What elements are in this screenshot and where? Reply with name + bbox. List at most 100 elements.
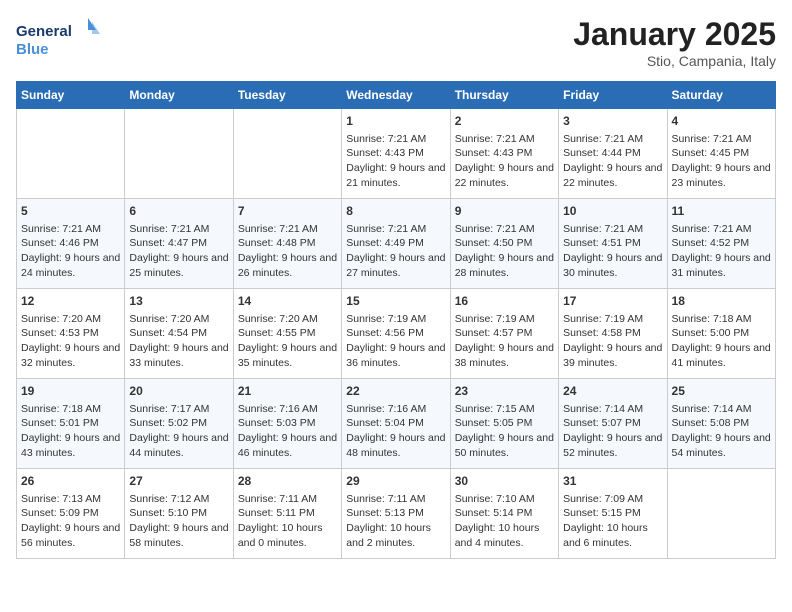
sunset-text: Sunset: 5:00 PM: [672, 326, 771, 341]
sunset-text: Sunset: 5:13 PM: [346, 506, 445, 521]
sunset-text: Sunset: 4:57 PM: [455, 326, 554, 341]
sunrise-text: Sunrise: 7:16 AM: [346, 402, 445, 417]
calendar-cell: 19 Sunrise: 7:18 AMSunset: 5:01 PMDayligh…: [17, 379, 125, 469]
day-number: 12: [21, 293, 120, 310]
header-row: SundayMondayTuesdayWednesdayThursdayFrid…: [17, 82, 776, 109]
calendar-cell: [125, 109, 233, 199]
sunrise-text: Sunrise: 7:17 AM: [129, 402, 228, 417]
sunrise-text: Sunrise: 7:21 AM: [238, 222, 337, 237]
sunset-text: Sunset: 4:51 PM: [563, 236, 662, 251]
day-number: 6: [129, 203, 228, 220]
daylight-text: Daylight: 9 hours and 38 minutes.: [455, 341, 554, 370]
day-number: 25: [672, 383, 771, 400]
daylight-text: Daylight: 10 hours and 6 minutes.: [563, 521, 662, 550]
day-header-monday: Monday: [125, 82, 233, 109]
sunset-text: Sunset: 4:43 PM: [455, 146, 554, 161]
day-number: 13: [129, 293, 228, 310]
daylight-text: Daylight: 9 hours and 52 minutes.: [563, 431, 662, 460]
sunset-text: Sunset: 5:05 PM: [455, 416, 554, 431]
daylight-text: Daylight: 9 hours and 56 minutes.: [21, 521, 120, 550]
sunset-text: Sunset: 5:01 PM: [21, 416, 120, 431]
daylight-text: Daylight: 9 hours and 25 minutes.: [129, 251, 228, 280]
sunrise-text: Sunrise: 7:09 AM: [563, 492, 662, 507]
sunrise-text: Sunrise: 7:13 AM: [21, 492, 120, 507]
daylight-text: Daylight: 9 hours and 22 minutes.: [563, 161, 662, 190]
daylight-text: Daylight: 9 hours and 26 minutes.: [238, 251, 337, 280]
day-number: 8: [346, 203, 445, 220]
day-header-sunday: Sunday: [17, 82, 125, 109]
sunset-text: Sunset: 5:09 PM: [21, 506, 120, 521]
day-number: 22: [346, 383, 445, 400]
calendar-cell: 11Sunrise: 7:21 AMSunset: 4:52 PMDayligh…: [667, 199, 775, 289]
calendar-table: SundayMondayTuesdayWednesdayThursdayFrid…: [16, 81, 776, 559]
sunset-text: Sunset: 4:44 PM: [563, 146, 662, 161]
calendar-cell: [233, 109, 341, 199]
day-number: 2: [455, 113, 554, 130]
week-row-1: 1Sunrise: 7:21 AMSunset: 4:43 PMDaylight…: [17, 109, 776, 199]
day-number: 21: [238, 383, 337, 400]
sunrise-text: Sunrise: 7:18 AM: [672, 312, 771, 327]
sunset-text: Sunset: 4:43 PM: [346, 146, 445, 161]
calendar-cell: 18Sunrise: 7:18 AMSunset: 5:00 PMDayligh…: [667, 289, 775, 379]
calendar-cell: 2 Sunrise: 7:21 AMSunset: 4:43 PMDaylight…: [450, 109, 558, 199]
sunrise-text: Sunrise: 7:21 AM: [455, 132, 554, 147]
sunrise-text: Sunrise: 7:19 AM: [563, 312, 662, 327]
sunset-text: Sunset: 5:10 PM: [129, 506, 228, 521]
calendar-cell: 21Sunrise: 7:16 AMSunset: 5:03 PMDayligh…: [233, 379, 341, 469]
calendar-cell: 31Sunrise: 7:09 AMSunset: 5:15 PMDayligh…: [559, 469, 667, 559]
daylight-text: Daylight: 10 hours and 0 minutes.: [238, 521, 337, 550]
daylight-text: Daylight: 9 hours and 31 minutes.: [672, 251, 771, 280]
daylight-text: Daylight: 9 hours and 22 minutes.: [455, 161, 554, 190]
day-number: 11: [672, 203, 771, 220]
daylight-text: Daylight: 9 hours and 28 minutes.: [455, 251, 554, 280]
sunrise-text: Sunrise: 7:21 AM: [346, 132, 445, 147]
sunset-text: Sunset: 4:48 PM: [238, 236, 337, 251]
sunrise-text: Sunrise: 7:10 AM: [455, 492, 554, 507]
calendar-cell: 14Sunrise: 7:20 AMSunset: 4:55 PMDayligh…: [233, 289, 341, 379]
week-row-4: 19Sunrise: 7:18 AMSunset: 5:01 PMDayligh…: [17, 379, 776, 469]
day-number: 9: [455, 203, 554, 220]
calendar-cell: 4Sunrise: 7:21 AMSunset: 4:45 PMDaylight…: [667, 109, 775, 199]
week-row-3: 12Sunrise: 7:20 AMSunset: 4:53 PMDayligh…: [17, 289, 776, 379]
day-number: 23: [455, 383, 554, 400]
calendar-cell: 25Sunrise: 7:14 AMSunset: 5:08 PMDayligh…: [667, 379, 775, 469]
day-number: 20: [129, 383, 228, 400]
title-block: January 2025 Stio, Campania, Italy: [573, 16, 776, 69]
daylight-text: Daylight: 9 hours and 41 minutes.: [672, 341, 771, 370]
sunrise-text: Sunrise: 7:21 AM: [21, 222, 120, 237]
calendar-cell: 12Sunrise: 7:20 AMSunset: 4:53 PMDayligh…: [17, 289, 125, 379]
sunset-text: Sunset: 4:46 PM: [21, 236, 120, 251]
calendar-cell: 15Sunrise: 7:19 AMSunset: 4:56 PMDayligh…: [342, 289, 450, 379]
day-number: 3: [563, 113, 662, 130]
calendar-cell: 28 Sunrise: 7:11 AMSunset: 5:11 PMDayligh…: [233, 469, 341, 559]
day-number: 7: [238, 203, 337, 220]
daylight-text: Daylight: 9 hours and 27 minutes.: [346, 251, 445, 280]
location: Stio, Campania, Italy: [573, 53, 776, 69]
day-number: 26: [21, 473, 120, 490]
sunrise-text: Sunrise: 7:21 AM: [563, 132, 662, 147]
day-number: 17: [563, 293, 662, 310]
day-number: 16: [455, 293, 554, 310]
day-number: 5: [21, 203, 120, 220]
calendar-cell: 9Sunrise: 7:21 AMSunset: 4:50 PMDaylight…: [450, 199, 558, 289]
sunset-text: Sunset: 4:52 PM: [672, 236, 771, 251]
daylight-text: Daylight: 9 hours and 21 minutes.: [346, 161, 445, 190]
calendar-cell: 7 Sunrise: 7:21 AMSunset: 4:48 PMDaylight…: [233, 199, 341, 289]
calendar-cell: 22Sunrise: 7:16 AMSunset: 5:04 PMDayligh…: [342, 379, 450, 469]
logo: General Blue: [16, 16, 106, 60]
sunrise-text: Sunrise: 7:18 AM: [21, 402, 120, 417]
daylight-text: Daylight: 9 hours and 30 minutes.: [563, 251, 662, 280]
sunset-text: Sunset: 5:03 PM: [238, 416, 337, 431]
calendar-cell: 5Sunrise: 7:21 AMSunset: 4:46 PMDaylight…: [17, 199, 125, 289]
daylight-text: Daylight: 9 hours and 36 minutes.: [346, 341, 445, 370]
day-number: 28: [238, 473, 337, 490]
sunrise-text: Sunrise: 7:19 AM: [346, 312, 445, 327]
day-number: 19: [21, 383, 120, 400]
daylight-text: Daylight: 9 hours and 39 minutes.: [563, 341, 662, 370]
sunrise-text: Sunrise: 7:11 AM: [238, 492, 337, 507]
daylight-text: Daylight: 9 hours and 48 minutes.: [346, 431, 445, 460]
daylight-text: Daylight: 9 hours and 43 minutes.: [21, 431, 120, 460]
sunrise-text: Sunrise: 7:14 AM: [563, 402, 662, 417]
sunset-text: Sunset: 5:11 PM: [238, 506, 337, 521]
week-row-5: 26Sunrise: 7:13 AMSunset: 5:09 PMDayligh…: [17, 469, 776, 559]
